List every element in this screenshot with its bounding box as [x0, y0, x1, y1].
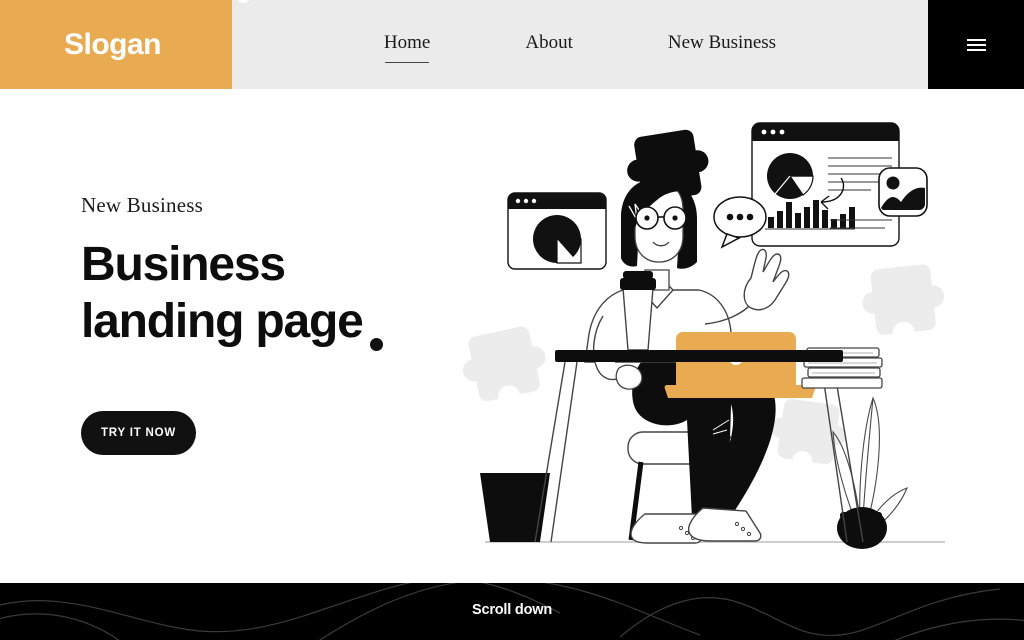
headline-line-2: landing page	[81, 295, 364, 349]
desk	[555, 350, 843, 362]
hero-text-block: New Business Business landing page TRY I…	[81, 193, 481, 455]
headline-line-1: Business	[81, 238, 286, 291]
menu-button[interactable]	[928, 0, 1024, 89]
browser-window-pie-chart	[507, 192, 607, 270]
nav-item-about[interactable]: About	[525, 32, 573, 57]
orange-laptop	[664, 332, 816, 398]
hamburger-menu-icon	[966, 36, 986, 54]
site-header: Slogan Home About New Business	[0, 0, 1024, 89]
trash-bin	[480, 473, 550, 542]
logo-text: Slogan	[64, 27, 162, 61]
page-title: Business landing page	[81, 236, 383, 351]
logo[interactable]: Slogan	[0, 0, 250, 89]
dashboard-window-charts	[751, 122, 900, 247]
puzzle-piece-gray-center	[770, 399, 847, 465]
hero-illustration	[455, 110, 975, 555]
scroll-down-label[interactable]: Scroll down	[0, 602, 1024, 618]
puzzle-piece-gray-left	[462, 326, 546, 402]
try-it-now-button[interactable]: TRY IT NOW	[81, 411, 196, 455]
nav-item-home[interactable]: Home	[384, 32, 430, 63]
footer-bar: Scroll down	[0, 583, 1024, 640]
hero-eyebrow: New Business	[81, 193, 203, 217]
landing-page: Slogan Home About New Business New Busin…	[0, 0, 1024, 640]
puzzle-piece-gray-right	[862, 264, 945, 335]
main-navigation: Home About New Business	[232, 0, 928, 89]
circle-dot-icon	[369, 338, 383, 351]
image-thumbnail-icon	[878, 167, 928, 217]
nav-item-new-business[interactable]: New Business	[668, 32, 776, 57]
